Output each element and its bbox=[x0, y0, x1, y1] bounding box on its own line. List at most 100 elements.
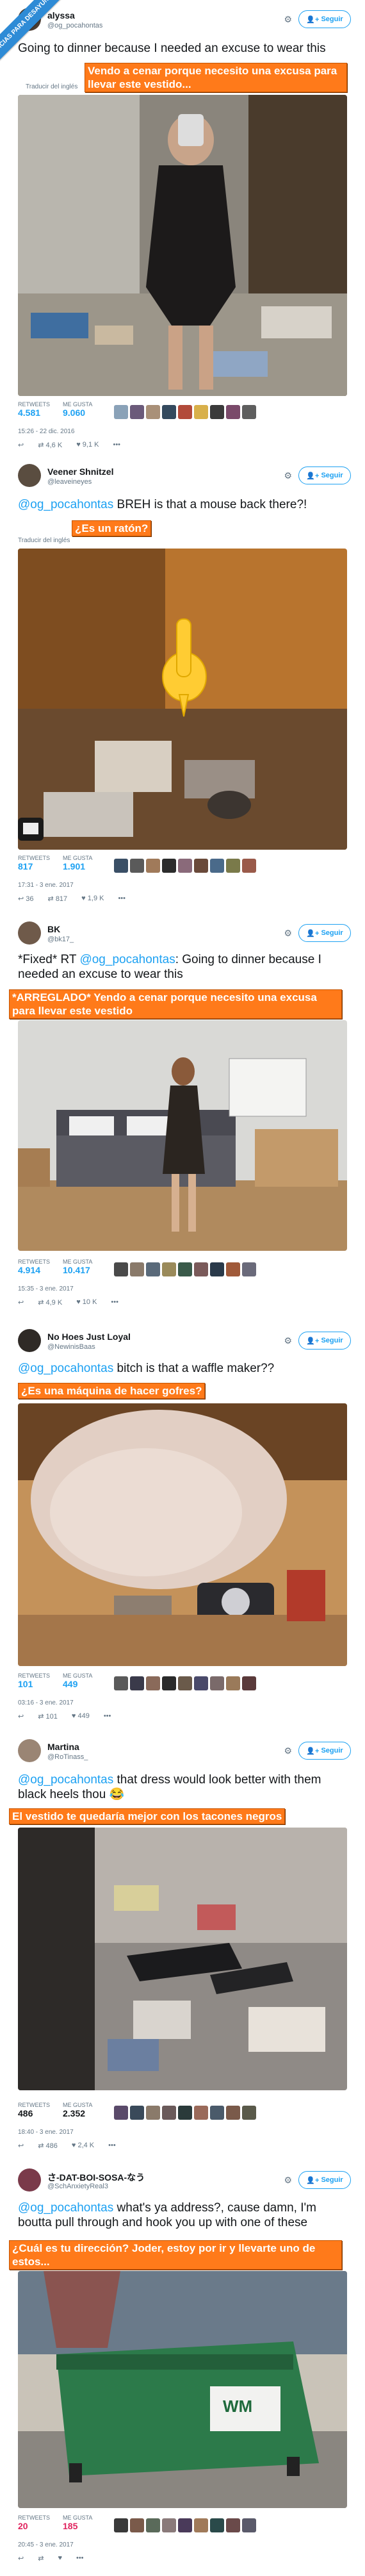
mention-link[interactable]: @og_pocahontas bbox=[79, 953, 175, 966]
retweet-stat[interactable]: RETWEETS 4.581 bbox=[18, 401, 50, 418]
gear-icon[interactable]: ⚙ bbox=[284, 2175, 292, 2186]
tweet-body: bitch is that a waffle maker?? bbox=[113, 1362, 275, 1375]
follow-button[interactable]: 👤+ Seguir bbox=[298, 1332, 351, 1350]
tweet-photo[interactable] bbox=[18, 1828, 347, 2090]
follow-button[interactable]: 👤+ Seguir bbox=[298, 924, 351, 942]
liker-avatars[interactable] bbox=[114, 405, 256, 419]
retweet-action[interactable]: ⇄ 4,9 K bbox=[38, 1298, 62, 1310]
more-icon[interactable]: ••• bbox=[118, 895, 126, 906]
gear-icon[interactable]: ⚙ bbox=[284, 14, 292, 25]
mention-link[interactable]: @og_pocahontas bbox=[18, 1362, 113, 1375]
retweets-label: RETWEETS bbox=[18, 1259, 51, 1265]
tweet-date[interactable]: 20:45 - 3 ene. 2017 bbox=[18, 2541, 74, 2548]
tweet-date[interactable]: 15:26 - 22 dic. 2016 bbox=[18, 428, 74, 435]
tweet-date[interactable]: 15:35 - 3 ene. 2017 bbox=[18, 1285, 74, 1292]
retweet-action[interactable]: ⇄ 101 bbox=[38, 1712, 58, 1724]
retweet-action[interactable]: ⇄ 817 bbox=[48, 895, 68, 906]
tweet-photo[interactable] bbox=[18, 1403, 347, 1666]
reply-icon[interactable]: ↩ bbox=[18, 2554, 24, 2566]
author-handle[interactable]: @SchAnxietyReal3 bbox=[47, 2183, 108, 2190]
author-handle[interactable]: @bk17_ bbox=[47, 936, 74, 943]
like-action[interactable]: ♥ 2,4 K bbox=[72, 2142, 94, 2153]
retweet-stat[interactable]: RETWEETS 817 bbox=[18, 855, 50, 871]
author-name[interactable]: Martina bbox=[47, 1742, 79, 1752]
tweet-date[interactable]: 18:40 - 3 ene. 2017 bbox=[18, 2129, 74, 2136]
like-action[interactable]: ♥ 10 K bbox=[76, 1298, 97, 1310]
tweet-actions: ↩ ⇄ 101 ♥ 449 ••• bbox=[18, 1712, 210, 1724]
like-action[interactable]: ♥ 9,1 K bbox=[76, 441, 99, 452]
like-stat[interactable]: ME GUSTA 9.060 bbox=[63, 401, 92, 418]
retweet-icon[interactable]: ⇄ bbox=[38, 2554, 44, 2566]
avatar[interactable] bbox=[18, 921, 41, 945]
retweet-action[interactable]: ⇄ 486 bbox=[38, 2142, 58, 2153]
tweet-photo[interactable] bbox=[18, 1020, 347, 1251]
follow-button[interactable]: 👤+ Seguir bbox=[298, 1742, 351, 1760]
retweet-action[interactable]: ⇄ 4,6 K bbox=[38, 441, 62, 452]
tweet-photo[interactable] bbox=[18, 549, 347, 850]
liker-avatars[interactable] bbox=[114, 1676, 256, 1690]
liker-avatars[interactable] bbox=[114, 859, 256, 873]
author-name[interactable]: alyssa bbox=[47, 10, 75, 21]
gear-icon[interactable]: ⚙ bbox=[284, 1335, 292, 1346]
like-action[interactable]: ♥ 449 bbox=[72, 1712, 90, 1724]
reply-icon[interactable]: ↩ bbox=[18, 441, 24, 452]
add-user-icon: 👤+ bbox=[306, 1337, 321, 1345]
tweet-date[interactable]: 03:16 - 3 ene. 2017 bbox=[18, 1699, 74, 1706]
author-handle[interactable]: @leaveineyes bbox=[47, 478, 92, 486]
reply-icon[interactable]: ↩ bbox=[18, 1298, 24, 1310]
author-name[interactable]: No Hoes Just Loyal bbox=[47, 1332, 131, 1342]
author-name[interactable]: BK bbox=[47, 924, 60, 934]
like-stat[interactable]: ME GUSTA 1.901 bbox=[63, 855, 92, 871]
translate-link[interactable]: Traducir del inglés bbox=[18, 537, 70, 544]
liker-avatars[interactable] bbox=[114, 2106, 256, 2120]
tweet-date[interactable]: 17:31 - 3 ene. 2017 bbox=[18, 882, 74, 889]
likes-label: ME GUSTA bbox=[63, 401, 93, 408]
avatar[interactable] bbox=[18, 2168, 41, 2192]
more-icon[interactable]: ••• bbox=[104, 1712, 111, 1724]
author-handle[interactable]: @og_pocahontas bbox=[47, 22, 102, 29]
reply-icon[interactable]: ↩ bbox=[18, 1712, 24, 1724]
follow-label: Seguir bbox=[321, 472, 343, 479]
author-name[interactable]: Veener Shnitzel bbox=[47, 466, 113, 477]
gear-icon[interactable]: ⚙ bbox=[284, 928, 292, 939]
more-icon[interactable]: ••• bbox=[108, 2142, 116, 2153]
tweet-photo[interactable] bbox=[18, 95, 347, 396]
author-name[interactable]: さ-DAT-BOI-SOSA-なう bbox=[47, 2171, 145, 2184]
like-action[interactable]: ♥ 1,9 K bbox=[81, 895, 104, 906]
more-icon[interactable]: ••• bbox=[76, 2554, 84, 2566]
avatar[interactable] bbox=[18, 464, 41, 487]
like-stat[interactable]: ME GUSTA 2.352 bbox=[63, 2102, 92, 2118]
retweets-label: RETWEETS bbox=[18, 2102, 51, 2108]
reply-action[interactable]: ↩ 36 bbox=[18, 895, 34, 906]
retweet-stat[interactable]: RETWEETS 486 bbox=[18, 2102, 50, 2118]
tweet-photo[interactable]: WM bbox=[18, 2271, 347, 2508]
avatar[interactable] bbox=[18, 1739, 41, 1762]
translate-link[interactable]: Traducir del inglés bbox=[26, 83, 77, 90]
gear-icon[interactable]: ⚙ bbox=[284, 1746, 292, 1756]
translation-caption: *ARREGLADO* Yendo a cenar porque necesit… bbox=[9, 989, 342, 1019]
liker-avatars[interactable] bbox=[114, 2518, 256, 2532]
more-icon[interactable]: ••• bbox=[111, 1298, 118, 1310]
retweet-stat[interactable]: RETWEETS 20 bbox=[18, 2514, 50, 2531]
gear-icon[interactable]: ⚙ bbox=[284, 470, 292, 481]
retweet-stat[interactable]: RETWEETS 4.914 bbox=[18, 1259, 50, 1275]
liker-avatars[interactable] bbox=[114, 1262, 256, 1276]
tweet-prefix: *Fixed* RT bbox=[18, 953, 80, 966]
more-icon[interactable]: ••• bbox=[113, 441, 120, 452]
heart-icon[interactable]: ♥ bbox=[58, 2554, 62, 2566]
mention-link[interactable]: @og_pocahontas bbox=[18, 2201, 113, 2215]
author-handle[interactable]: @RoTinass_ bbox=[47, 1753, 88, 1761]
like-stat[interactable]: ME GUSTA 185 bbox=[63, 2514, 92, 2531]
author-handle[interactable]: @NewinisBaas bbox=[47, 1343, 95, 1351]
retweet-stat[interactable]: RETWEETS 101 bbox=[18, 1672, 50, 1689]
follow-button[interactable]: 👤+ Seguir bbox=[298, 2171, 351, 2189]
likes-label: ME GUSTA bbox=[63, 1259, 93, 1265]
mention-link[interactable]: @og_pocahontas bbox=[18, 498, 113, 511]
mention-link[interactable]: @og_pocahontas bbox=[18, 1773, 113, 1787]
reply-icon[interactable]: ↩ bbox=[18, 2142, 24, 2153]
avatar[interactable] bbox=[18, 1329, 41, 1352]
follow-button[interactable]: 👤+ Seguir bbox=[298, 10, 351, 28]
follow-button[interactable]: 👤+ Seguir bbox=[298, 466, 351, 484]
like-stat[interactable]: ME GUSTA 10.417 bbox=[63, 1259, 92, 1275]
like-stat[interactable]: ME GUSTA 449 bbox=[63, 1672, 92, 1689]
